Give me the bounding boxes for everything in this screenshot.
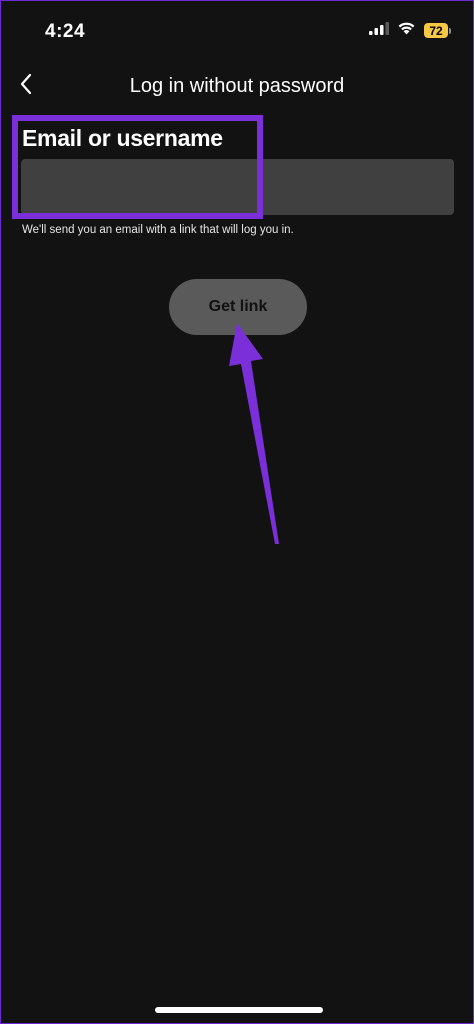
get-link-button[interactable]: Get link [169, 279, 307, 335]
home-indicator [155, 1007, 323, 1013]
header: Log in without password [1, 63, 473, 109]
status-bar: 4:24 72 [1, 1, 473, 61]
wifi-icon [397, 21, 416, 40]
login-without-password-screen: 4:24 72 Log in without password Email or… [0, 0, 474, 1024]
helper-text: We'll send you an email with a link that… [22, 224, 294, 236]
email-field[interactable] [21, 159, 454, 215]
battery-icon: 72 [424, 23, 451, 38]
battery-level: 72 [424, 23, 448, 38]
arrow-up-icon [229, 323, 279, 544]
email-field-label: Email or username [22, 125, 223, 151]
battery-tip [449, 27, 451, 34]
cellular-signal-icon [369, 21, 389, 40]
page-title: Log in without password [129, 75, 345, 97]
status-time: 4:24 [45, 21, 86, 42]
status-icons: 72 [369, 21, 451, 40]
